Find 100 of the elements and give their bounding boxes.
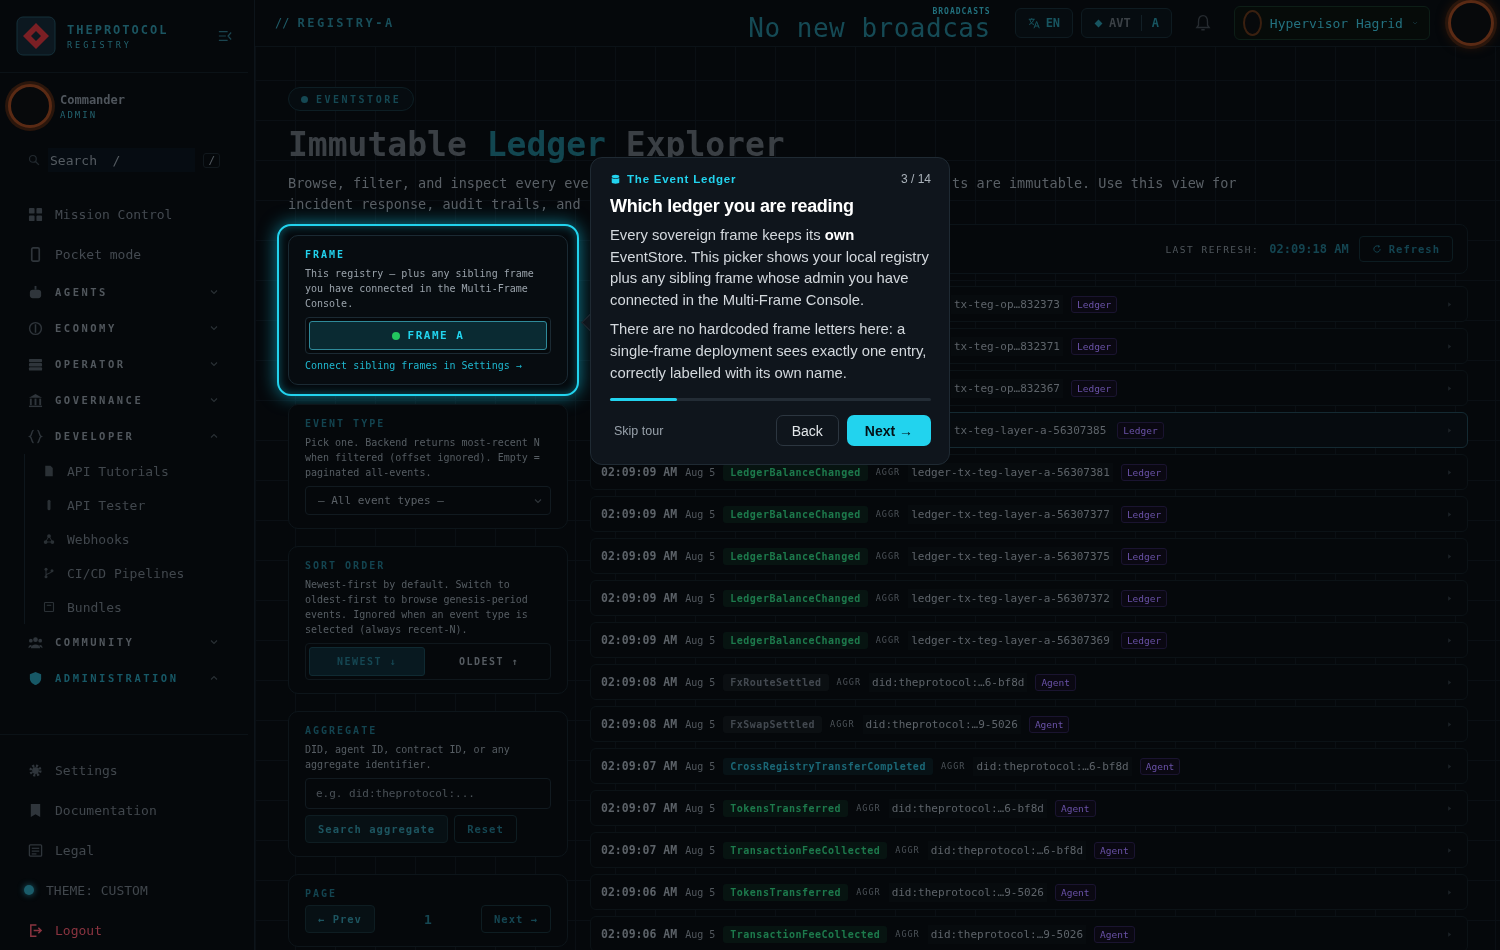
page-description: ts are immutable. Use this view for: [952, 174, 1237, 193]
caret-icon[interactable]: [1446, 426, 1453, 434]
frame-option[interactable]: FRAME A: [309, 321, 547, 350]
page-title: Immutable Ledger Explorer: [288, 125, 785, 164]
caret-icon[interactable]: [1446, 594, 1453, 602]
event-type-tag: FxSwapSettled: [723, 715, 823, 733]
nav-item[interactable]: Pocket mode: [28, 234, 248, 274]
nav-item[interactable]: Settings: [28, 750, 254, 790]
nav-item[interactable]: Legal: [28, 830, 254, 870]
event-row[interactable]: 02:09:08 AM Aug 5 FxRouteSettled AGGR did:theprotocol:…6-bf8d Agent: [590, 664, 1468, 700]
page-description: Browse, filter, and inspect every eve: [288, 174, 590, 193]
aggr-label: AGGR: [875, 593, 901, 603]
event-date: Aug 5: [685, 592, 716, 604]
aggr-label: AGGR: [875, 467, 901, 477]
nav-section[interactable]: COMMUNITY: [28, 624, 248, 660]
page-description: incident response, audit trails, and: [288, 195, 581, 214]
card-description: This registry — plus any sibling frame you have connected in the Multi-Frame Console.: [305, 267, 535, 311]
next-button[interactable]: Next →: [846, 415, 931, 447]
caret-icon[interactable]: [1446, 678, 1453, 686]
caret-icon[interactable]: [1446, 930, 1453, 938]
event-row[interactable]: 02:09:09 AM Aug 5 LedgerBalanceChanged AGGR ledger-tx-teg-layer-a-56307377 Ledger: [590, 496, 1468, 532]
event-row[interactable]: 02:09:06 AM Aug 5 TransactionFeeCollected AGGR did:theprotocol:…9-5026 Agent: [590, 916, 1468, 950]
nav-item[interactable]: API Tutorials: [43, 454, 248, 488]
search-icon: [28, 154, 40, 166]
nav-item[interactable]: Webhooks: [43, 522, 248, 556]
nav-item[interactable]: CI/CD Pipelines: [43, 556, 248, 590]
event-row[interactable]: 02:09:09 AM Aug 5 LedgerBalanceChanged AGGR ledger-tx-teg-layer-a-56307375 Ledger: [590, 538, 1468, 574]
aggregate-field[interactable]: e.g. did:theprotocol:...: [305, 778, 551, 809]
aggr-label: AGGR: [856, 887, 881, 897]
caret-icon[interactable]: [1446, 804, 1453, 812]
event-type-tag: TransactionFeeCollected: [723, 841, 888, 859]
event-row[interactable]: 02:09:09 AM Aug 5 LedgerBalanceChanged AGGR ledger-tx-teg-layer-a-56307369 Ledger: [590, 622, 1468, 658]
category-tag: Ledger: [1117, 421, 1164, 439]
nav-section[interactable]: DEVELOPER: [28, 418, 248, 454]
collapse-icon[interactable]: [218, 29, 232, 43]
event-time: 02:09:08 AM: [601, 717, 678, 731]
category-tag: Ledger: [1120, 463, 1168, 481]
event-type-tag: LedgerBalanceChanged: [723, 547, 868, 565]
caret-icon[interactable]: [1446, 384, 1453, 392]
aggr-label: AGGR: [895, 929, 920, 939]
logo-icon: [16, 16, 56, 56]
card-title: EVENT TYPE: [305, 418, 387, 429]
caret-icon[interactable]: [1446, 888, 1453, 896]
event-row[interactable]: 02:09:06 AM Aug 5 TokensTransferred AGGR did:theprotocol:…9-5026 Agent: [590, 874, 1468, 910]
nav-section[interactable]: ADMINISTRATION: [28, 660, 248, 696]
section-badge: EVENTSTORE: [288, 87, 415, 111]
nav-item[interactable]: Logout: [28, 910, 254, 950]
bell-icon[interactable]: [1194, 14, 1212, 32]
caret-icon[interactable]: [1446, 636, 1453, 644]
avatar[interactable]: [1448, 0, 1494, 46]
event-type-tag: LedgerBalanceChanged: [723, 631, 868, 649]
caret-icon[interactable]: [1446, 720, 1453, 728]
aggr-label: AGGR: [856, 803, 881, 813]
category-tag: Agent: [1094, 841, 1135, 859]
user-role: ADMIN: [60, 109, 99, 120]
refresh-button[interactable]: Refresh: [1358, 236, 1453, 262]
translate-icon: [1027, 17, 1040, 29]
caret-icon[interactable]: [1446, 468, 1453, 476]
event-time: 02:09:07 AM: [601, 843, 678, 857]
nav-item[interactable]: Documentation: [28, 790, 254, 830]
event-time: 02:09:07 AM: [601, 759, 678, 773]
settings-link[interactable]: Connect sibling frames in Settings →: [305, 360, 551, 371]
nav-section[interactable]: OPERATOR: [28, 346, 248, 382]
database-icon: [610, 173, 621, 185]
theme-toggle[interactable]: THEME: CUSTOM: [24, 870, 254, 910]
nav-item[interactable]: Bundles: [43, 590, 248, 624]
event-time: 02:09:09 AM: [601, 633, 678, 647]
nav-section[interactable]: ECONOMY: [28, 310, 248, 346]
caret-icon[interactable]: [1446, 300, 1453, 308]
caret-icon[interactable]: [1446, 762, 1453, 770]
language-button[interactable]: EN: [1014, 8, 1074, 38]
user-menu[interactable]: Hypervisor Hagrid: [1234, 6, 1430, 40]
back-button[interactable]: Back: [775, 415, 839, 447]
nav-item[interactable]: Mission Control: [28, 194, 248, 234]
event-row[interactable]: 02:09:08 AM Aug 5 FxSwapSettled AGGR did:theprotocol:…9-5026 Agent: [590, 706, 1468, 742]
next-button[interactable]: Next →: [481, 905, 551, 933]
nav-section[interactable]: AGENTS: [28, 274, 248, 310]
event-date: Aug 5: [685, 886, 716, 898]
event-date: Aug 5: [685, 802, 716, 814]
event-row[interactable]: 02:09:09 AM Aug 5 LedgerBalanceChanged AGGR ledger-tx-teg-layer-a-56307372 Ledger: [590, 580, 1468, 616]
broadcast-ticker: No new broadcas: [748, 15, 991, 40]
event-row[interactable]: 02:09:07 AM Aug 5 CrossRegistryTransferCompleted AGGR did:theprotocol:…6-bf8d Agent: [590, 748, 1468, 784]
event-date: Aug 5: [685, 508, 716, 520]
nav-section[interactable]: GOVERNANCE: [28, 382, 248, 418]
category-tag: Agent: [1035, 673, 1076, 691]
event-row[interactable]: 02:09:07 AM Aug 5 TokensTransferred AGGR did:theprotocol:…6-bf8d Agent: [590, 790, 1468, 826]
caret-icon[interactable]: [1446, 510, 1453, 518]
skip-tour-link[interactable]: Skip tour: [610, 423, 664, 438]
shield-icon: [28, 670, 43, 686]
sort-option[interactable]: OLDEST ↑: [431, 647, 547, 676]
refresh-label: LAST REFRESH:: [1165, 243, 1260, 255]
category-tag: Agent: [1054, 799, 1096, 817]
coin-icon: [28, 320, 43, 336]
nav-item[interactable]: API Tester: [43, 488, 248, 522]
reset-button[interactable]: Reset: [454, 815, 517, 843]
event-row[interactable]: 02:09:07 AM Aug 5 TransactionFeeCollected AGGR did:theprotocol:…6-bf8d Agent: [590, 832, 1468, 868]
event-type-select[interactable]: — All event types —: [305, 486, 551, 515]
caret-icon[interactable]: [1446, 342, 1453, 350]
caret-icon[interactable]: [1446, 846, 1453, 854]
caret-icon[interactable]: [1446, 552, 1453, 560]
